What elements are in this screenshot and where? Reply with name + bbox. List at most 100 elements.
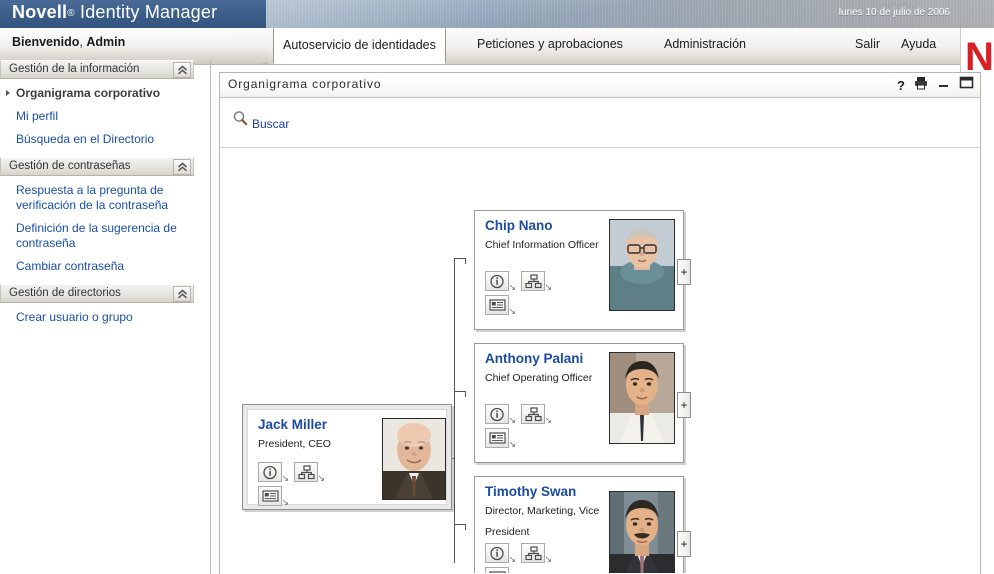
sidebar-items-information: Organigrama corporativo Mi perfil Búsque… [0, 79, 194, 157]
expand-button[interactable]: + [677, 392, 691, 418]
help-icon[interactable]: ? [897, 78, 905, 94]
product-brand: Novell® Identity Manager [12, 2, 217, 23]
org-chart-canvas: Jack Miller President, CEO ↘ ↘ ↘ Chip Na… [220, 148, 980, 573]
org-chart-button[interactable]: ↘ [521, 271, 552, 292]
welcome-username: Admin [86, 35, 126, 49]
email-button[interactable]: ↘ [485, 295, 516, 316]
org-card-title-line-1: Director, Marketing, Vice [485, 505, 600, 517]
portlet-toolbar-icons: ? [897, 76, 974, 95]
sidebar-item-change-password[interactable]: Cambiar contraseña [0, 255, 194, 278]
email-button[interactable]: ↘ [258, 486, 289, 507]
tree-spine [454, 258, 455, 563]
org-card-inner: Jack Miller President, CEO ↘ ↘ ↘ [247, 409, 447, 507]
org-chart-button[interactable]: ↘ [294, 462, 325, 483]
org-card-name[interactable]: Chip Nano [485, 218, 553, 233]
help-link[interactable]: Ayuda [892, 28, 945, 64]
chevron-down-icon: ↘ [508, 415, 516, 425]
org-card-child-1[interactable]: Chip Nano Chief Information Officer ↘ ↘ … [474, 210, 691, 330]
org-card-button-row-1: ↘ ↘ [485, 271, 552, 292]
org-chart-button[interactable]: ↘ [521, 543, 552, 564]
expand-button-label: + [680, 537, 688, 551]
expand-button-label: + [680, 265, 688, 279]
org-card-button-row-2: ↘ [485, 428, 516, 449]
org-card-title: President, CEO [258, 438, 331, 450]
main-tab-strip: Autoservicio de identidades Peticiones y… [268, 28, 994, 65]
chevron-down-icon: ↘ [281, 497, 289, 507]
org-card-child-2[interactable]: Anthony Palani Chief Operating Officer ↘… [474, 343, 691, 463]
chevron-down-icon: ↘ [508, 439, 516, 449]
sidebar-items-passwords: Respuesta a la pregunta de verificación … [0, 176, 194, 284]
sidebar-section-header-information: Gestión de la información [0, 60, 194, 79]
brand-product: Identity Manager [80, 2, 218, 22]
current-date: lunes 10 de julio de 2006 [838, 7, 950, 18]
sidebar-content-divider [210, 60, 211, 574]
chevron-down-icon: ↘ [508, 554, 516, 564]
tree-tick-2 [465, 391, 466, 397]
chevron-double-up-icon[interactable] [173, 159, 191, 175]
sidebar-section-label: Gestión de la información [9, 63, 140, 75]
expand-button[interactable]: + [677, 259, 691, 285]
sidebar-item-password-hint-definition[interactable]: Definición de la sugerencia de contraseñ… [0, 217, 194, 255]
chevron-double-up-icon[interactable] [173, 62, 191, 78]
org-card-inner: Timothy Swan Director, Marketing, Vice P… [475, 477, 683, 573]
chevron-down-icon: ↘ [544, 415, 552, 425]
search-label: Buscar [252, 117, 290, 131]
welcome-comma: , [79, 35, 83, 49]
sidebar-navigation: Gestión de la información Organigrama co… [0, 60, 194, 335]
chevron-down-icon: ↘ [281, 473, 289, 483]
info-button[interactable]: ↘ [485, 271, 516, 292]
info-button[interactable]: ↘ [485, 543, 516, 564]
logout-link[interactable]: Salir [846, 28, 889, 64]
portlet-header: Organigrama corporativo ? [220, 73, 980, 98]
org-card-child-3[interactable]: Timothy Swan Director, Marketing, Vice P… [474, 476, 691, 573]
org-card-name[interactable]: Timothy Swan [485, 484, 576, 499]
sidebar-section-label: Gestión de contraseñas [9, 160, 131, 172]
chevron-double-up-icon[interactable] [173, 286, 191, 302]
tab-requests-approvals[interactable]: Peticiones y aprobaciones [468, 28, 632, 64]
email-button[interactable]: ↘ [485, 567, 509, 573]
org-card-inner: Chip Nano Chief Information Officer ↘ ↘ … [475, 211, 683, 329]
expand-button-label: + [680, 398, 688, 412]
org-card-button-row-2: ↘ [485, 567, 509, 573]
brand-novell: Novell [12, 2, 68, 22]
minimize-icon[interactable] [937, 77, 950, 95]
sidebar-section-label: Gestión de directorios [9, 287, 121, 299]
maximize-icon[interactable] [959, 76, 974, 95]
search-button[interactable]: Buscar [232, 110, 289, 132]
brand-registered-mark: ® [67, 8, 75, 19]
info-button[interactable]: ↘ [258, 462, 289, 483]
chevron-down-icon: ↘ [317, 473, 325, 483]
print-icon[interactable] [914, 76, 928, 95]
org-card-title: Chief Operating Officer [485, 372, 593, 384]
sidebar-item-org-chart[interactable]: Organigrama corporativo [0, 82, 194, 105]
avatar [609, 219, 675, 311]
chevron-down-icon: ↘ [544, 554, 552, 564]
application-window: Novell® Identity Manager lunes 10 de jul… [0, 0, 994, 574]
org-card-name[interactable]: Jack Miller [258, 417, 327, 432]
avatar [382, 418, 446, 500]
portlet-toolbar: Buscar [220, 98, 980, 148]
chevron-down-icon: ↘ [508, 306, 516, 316]
tab-administration[interactable]: Administración [655, 28, 755, 64]
chevron-down-icon: ↘ [508, 282, 516, 292]
org-chart-portlet: Organigrama corporativo ? Buscar Jack Mi… [219, 72, 981, 574]
org-card-button-row-1: ↘ ↘ [485, 543, 552, 564]
email-button[interactable]: ↘ [485, 428, 516, 449]
sidebar-item-my-profile[interactable]: Mi perfil [0, 105, 194, 128]
tree-tick-3 [465, 524, 466, 530]
org-card-button-row-2: ↘ [485, 295, 516, 316]
expand-button[interactable]: + [677, 531, 691, 557]
sidebar-section-header-directory: Gestión de directorios [0, 284, 194, 303]
chevron-down-icon: ↘ [544, 282, 552, 292]
org-card-root[interactable]: Jack Miller President, CEO ↘ ↘ ↘ [242, 404, 452, 510]
novell-logo-letter: N [965, 35, 994, 79]
org-card-title-line-2: President [485, 526, 530, 538]
tab-identity-self-service[interactable]: Autoservicio de identidades [273, 28, 446, 64]
sidebar-item-create-user-or-group[interactable]: Crear usuario o grupo [0, 306, 194, 329]
sidebar-item-challenge-response[interactable]: Respuesta a la pregunta de verificación … [0, 179, 194, 217]
org-chart-button[interactable]: ↘ [521, 404, 552, 425]
info-button[interactable]: ↘ [485, 404, 516, 425]
sidebar-item-directory-search[interactable]: Búsqueda en el Directorio [0, 128, 194, 151]
org-card-name[interactable]: Anthony Palani [485, 351, 583, 366]
welcome-greeting: Bienvenido [12, 35, 80, 49]
